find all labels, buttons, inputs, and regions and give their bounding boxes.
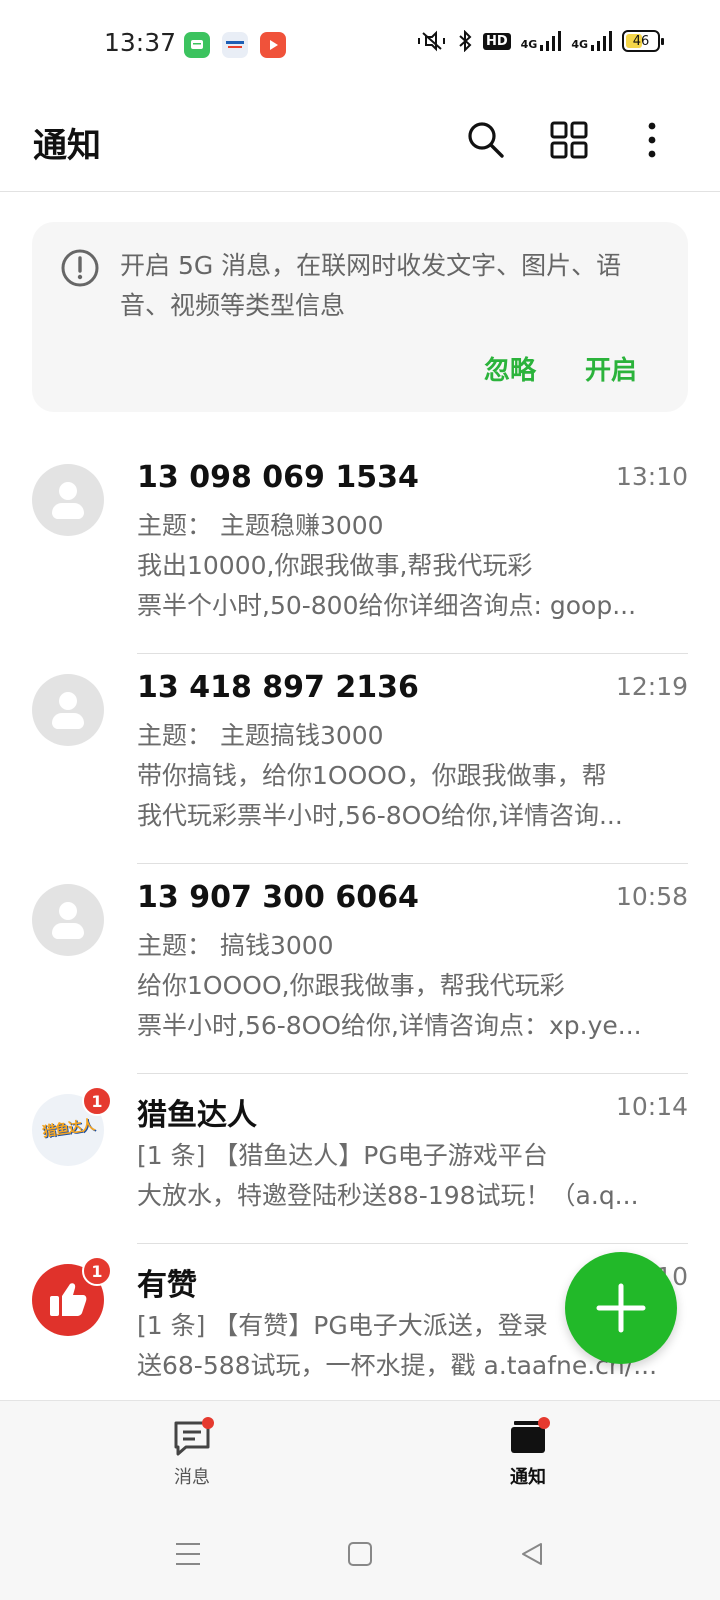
banner-message: 开启 5G 消息，在联网时收发文字、图片、语音、视频等类型信息 xyxy=(120,251,622,320)
conversation-sender: 13 098 069 1534 xyxy=(137,460,419,495)
avatar xyxy=(32,674,104,746)
search-button[interactable] xyxy=(460,114,512,166)
preview-line: [1 条] 【猎鱼达人】PG电子游戏平台 xyxy=(137,1141,548,1170)
conversation-time: 10:14 xyxy=(615,1092,688,1121)
menu-icon xyxy=(176,1543,200,1565)
conversation-time: 13:10 xyxy=(615,462,688,491)
tab-messages-label: 消息 xyxy=(174,1467,210,1488)
back-triangle-icon xyxy=(522,1543,542,1565)
preview-line: 带你搞钱，给你1OOOO，你跟我做事，帮 xyxy=(137,761,607,790)
messages-app-icon xyxy=(184,32,210,58)
signal-4g-icon-1: 4G xyxy=(521,31,562,51)
person-icon xyxy=(59,692,77,710)
conversation-item[interactable]: 猎鱼达人 1 猎鱼达人 10:14 [1 条] 【猎鱼达人】PG电子游戏平台 大… xyxy=(0,1074,720,1244)
bluetooth-icon xyxy=(459,30,472,52)
conversation-preview: 主题： 主题稳赚3000 我出10000,你跟我做事,帮我代玩彩 票半个小时,5… xyxy=(137,506,667,626)
person-icon xyxy=(59,902,77,920)
tab-notifications-label: 通知 xyxy=(510,1467,546,1488)
unread-badge: 1 xyxy=(82,1086,112,1116)
conversation-time: 10:58 xyxy=(615,882,688,911)
avatar-fishing-game: 猎鱼达人 1 xyxy=(32,1086,112,1166)
news-app-icon xyxy=(222,32,248,58)
enable-button[interactable]: 开启 xyxy=(585,350,637,387)
conversation-preview: [1 条] 【猎鱼达人】PG电子游戏平台 大放水，特邀登陆秒送88-198试玩！… xyxy=(137,1136,667,1216)
conversation-sender: 13 418 897 2136 xyxy=(137,670,419,705)
person-icon xyxy=(59,482,77,500)
preview-line: 大放水，特邀登陆秒送88-198试玩！（a.q... xyxy=(137,1181,639,1210)
signal-4g-icon-2: 4G xyxy=(571,31,612,51)
home-square-icon xyxy=(348,1542,372,1566)
conversation-time: 12:19 xyxy=(615,672,688,701)
status-notification-icons xyxy=(184,32,286,58)
status-time: 13:37 xyxy=(104,28,177,57)
avatar xyxy=(32,464,104,536)
preview-line: 票半小时,56-8OO给你,详情咨询点：xp.ye... xyxy=(137,1011,642,1040)
preview-line: 主题： 主题稳赚3000 xyxy=(137,511,384,540)
preview-line: 主题： 主题搞钱3000 xyxy=(137,721,384,750)
more-vertical-icon xyxy=(648,122,656,158)
home-button[interactable] xyxy=(340,1534,380,1574)
page-title: 通知 xyxy=(33,126,101,166)
tab-notifications[interactable]: 通知 xyxy=(468,1417,588,1489)
battery-icon: 46 xyxy=(622,30,664,52)
plus-icon xyxy=(596,1283,646,1333)
preview-line: 给你1OOOO,你跟我做事，帮我代玩彩 xyxy=(137,971,565,1000)
status-system-icons: HD 4G 4G 46 xyxy=(417,30,664,52)
preview-line: 主题： 搞钱3000 xyxy=(137,931,334,960)
search-icon xyxy=(468,122,504,158)
game-logo: 猎鱼达人 xyxy=(41,1117,95,1141)
status-bar: 13:37 HD 4G 4G 46 xyxy=(0,0,720,90)
new-message-fab[interactable] xyxy=(565,1252,677,1364)
more-options-button[interactable] xyxy=(626,114,678,166)
unread-dot xyxy=(538,1417,550,1429)
system-navigation-bar xyxy=(0,1510,720,1600)
preview-line: 票半个小时,50-800给你详细咨询点: goop... xyxy=(137,591,637,620)
conversation-sender: 有赞 xyxy=(137,1268,197,1303)
mute-vibrate-icon xyxy=(417,30,445,52)
5g-message-banner: 开启 5G 消息，在联网时收发文字、图片、语音、视频等类型信息 忽略 开启 xyxy=(32,222,688,412)
tab-messages[interactable]: 消息 xyxy=(132,1417,252,1489)
ignore-button[interactable]: 忽略 xyxy=(484,350,536,387)
preview-line: 我代玩彩票半小时,56-8OO给你,详情咨询... xyxy=(137,801,623,830)
unread-badge: 1 xyxy=(82,1256,112,1286)
avatar xyxy=(32,884,104,956)
conversation-sender: 13 907 300 6064 xyxy=(137,880,419,915)
info-icon xyxy=(60,248,100,292)
conversation-item[interactable]: 13 418 897 2136 12:19 主题： 主题搞钱3000 带你搞钱，… xyxy=(0,654,720,864)
menu-button[interactable] xyxy=(168,1534,208,1574)
conversation-preview: 主题： 主题搞钱3000 带你搞钱，给你1OOOO，你跟我做事，帮 我代玩彩票半… xyxy=(137,716,667,836)
conversation-item[interactable]: 13 907 300 6064 10:58 主题： 搞钱3000 给你1OOOO… xyxy=(0,864,720,1074)
conversation-preview: 主题： 搞钱3000 给你1OOOO,你跟我做事，帮我代玩彩 票半小时,56-8… xyxy=(137,926,667,1046)
conversation-item[interactable]: 13 098 069 1534 13:10 主题： 主题稳赚3000 我出100… xyxy=(0,444,720,654)
top-app-bar: 通知 xyxy=(0,92,720,192)
preview-line: 我出10000,你跟我做事,帮我代玩彩 xyxy=(137,551,533,580)
avatar-youzan: 1 xyxy=(32,1256,112,1336)
video-app-icon xyxy=(260,32,286,58)
back-button[interactable] xyxy=(512,1534,552,1574)
grid-view-button[interactable] xyxy=(543,114,595,166)
hd-icon: HD xyxy=(482,32,511,50)
unread-dot xyxy=(202,1417,214,1429)
conversation-sender: 猎鱼达人 xyxy=(137,1098,257,1133)
thumbs-up-icon xyxy=(50,1283,87,1316)
grid-icon xyxy=(550,121,588,159)
bottom-navigation: 消息 通知 xyxy=(0,1400,720,1510)
